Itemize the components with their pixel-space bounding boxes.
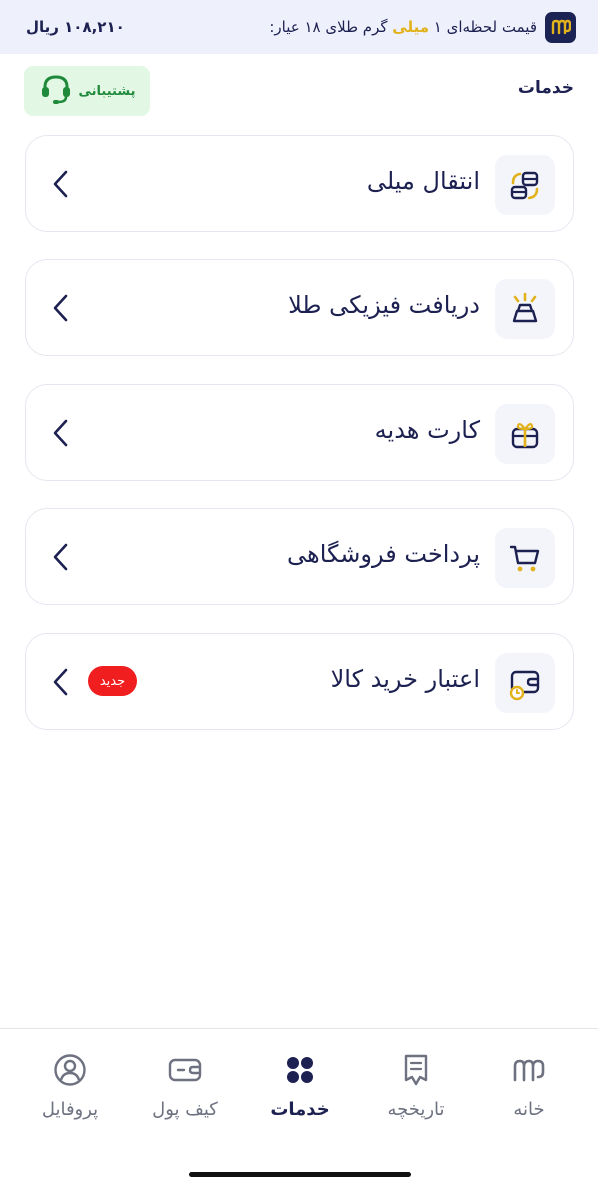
service-label: اعتبار خرید کالا [330, 665, 480, 693]
app-logo-icon [545, 11, 576, 43]
nav-history-label: تاریخچه [387, 1099, 445, 1120]
headset-icon [39, 72, 73, 110]
cart-icon [495, 528, 555, 588]
chevron-left-icon [52, 419, 68, 451]
service-card-transfer[interactable]: انتقال میلی [25, 135, 574, 232]
nav-wallet[interactable]: کیف پول [130, 1053, 240, 1120]
nav-home-label: خانه [513, 1099, 545, 1120]
home-logo-icon [474, 1053, 584, 1087]
chevron-left-icon [52, 294, 68, 326]
nav-home[interactable]: خانه [474, 1053, 584, 1120]
price-ticker-bar: ۱۰۸,۲۱۰ ریال قیمت لحظه‌ای ۱ میلی گرم طلا… [0, 0, 598, 54]
gift-icon [495, 404, 555, 464]
gold-bar-icon [495, 279, 555, 339]
new-badge: جدید [88, 666, 137, 696]
nav-history[interactable]: تاریخچه [361, 1053, 471, 1120]
bottom-navigation: خانه تاریخچه خدمات کیف پول پروفایل [0, 1028, 598, 1185]
chevron-left-icon [52, 668, 68, 700]
credit-wallet-icon [495, 653, 555, 713]
user-circle-icon [15, 1053, 125, 1087]
ticker-highlight: میلی [392, 18, 429, 36]
page-title: خدمات [517, 78, 574, 98]
price-ticker: قیمت لحظه‌ای ۱ میلی گرم طلای ۱۸ عیار: [269, 11, 576, 43]
chevron-left-icon [52, 170, 68, 202]
nav-profile[interactable]: پروفایل [15, 1053, 125, 1120]
support-label: پشتیبانی [78, 83, 136, 99]
service-card-gift-card[interactable]: کارت هدیه [25, 384, 574, 481]
wallet-icon [130, 1053, 240, 1087]
transfer-icon [495, 155, 555, 215]
gold-price-value: ۱۰۸,۲۱۰ ریال [26, 18, 125, 36]
nav-profile-label: پروفایل [41, 1099, 99, 1120]
service-card-purchase-credit[interactable]: اعتبار خرید کالا جدید [25, 633, 574, 730]
nav-wallet-label: کیف پول [152, 1099, 218, 1120]
service-label: انتقال میلی [366, 167, 480, 195]
service-label: کارت هدیه [374, 416, 480, 444]
ticker-suffix: گرم طلای ۱۸ عیار: [269, 18, 388, 36]
home-indicator [189, 1172, 411, 1177]
nav-services-label: خدمات [270, 1099, 330, 1120]
service-label: پرداخت فروشگاهی [287, 540, 480, 568]
nav-services[interactable]: خدمات [245, 1053, 355, 1120]
support-button[interactable]: پشتیبانی [24, 66, 150, 116]
ticker-prefix: قیمت لحظه‌ای ۱ [433, 18, 537, 36]
grid-dots-icon [245, 1053, 355, 1087]
ticker-text: قیمت لحظه‌ای ۱ میلی گرم طلای ۱۸ عیار: [269, 18, 537, 36]
page-header: پشتیبانی خدمات [24, 66, 574, 116]
receipt-icon [361, 1053, 471, 1087]
chevron-left-icon [52, 543, 68, 575]
service-card-physical-gold[interactable]: دریافت فیزیکی طلا [25, 259, 574, 356]
service-label: دریافت فیزیکی طلا [288, 291, 480, 319]
service-card-store-payment[interactable]: پرداخت فروشگاهی [25, 508, 574, 605]
